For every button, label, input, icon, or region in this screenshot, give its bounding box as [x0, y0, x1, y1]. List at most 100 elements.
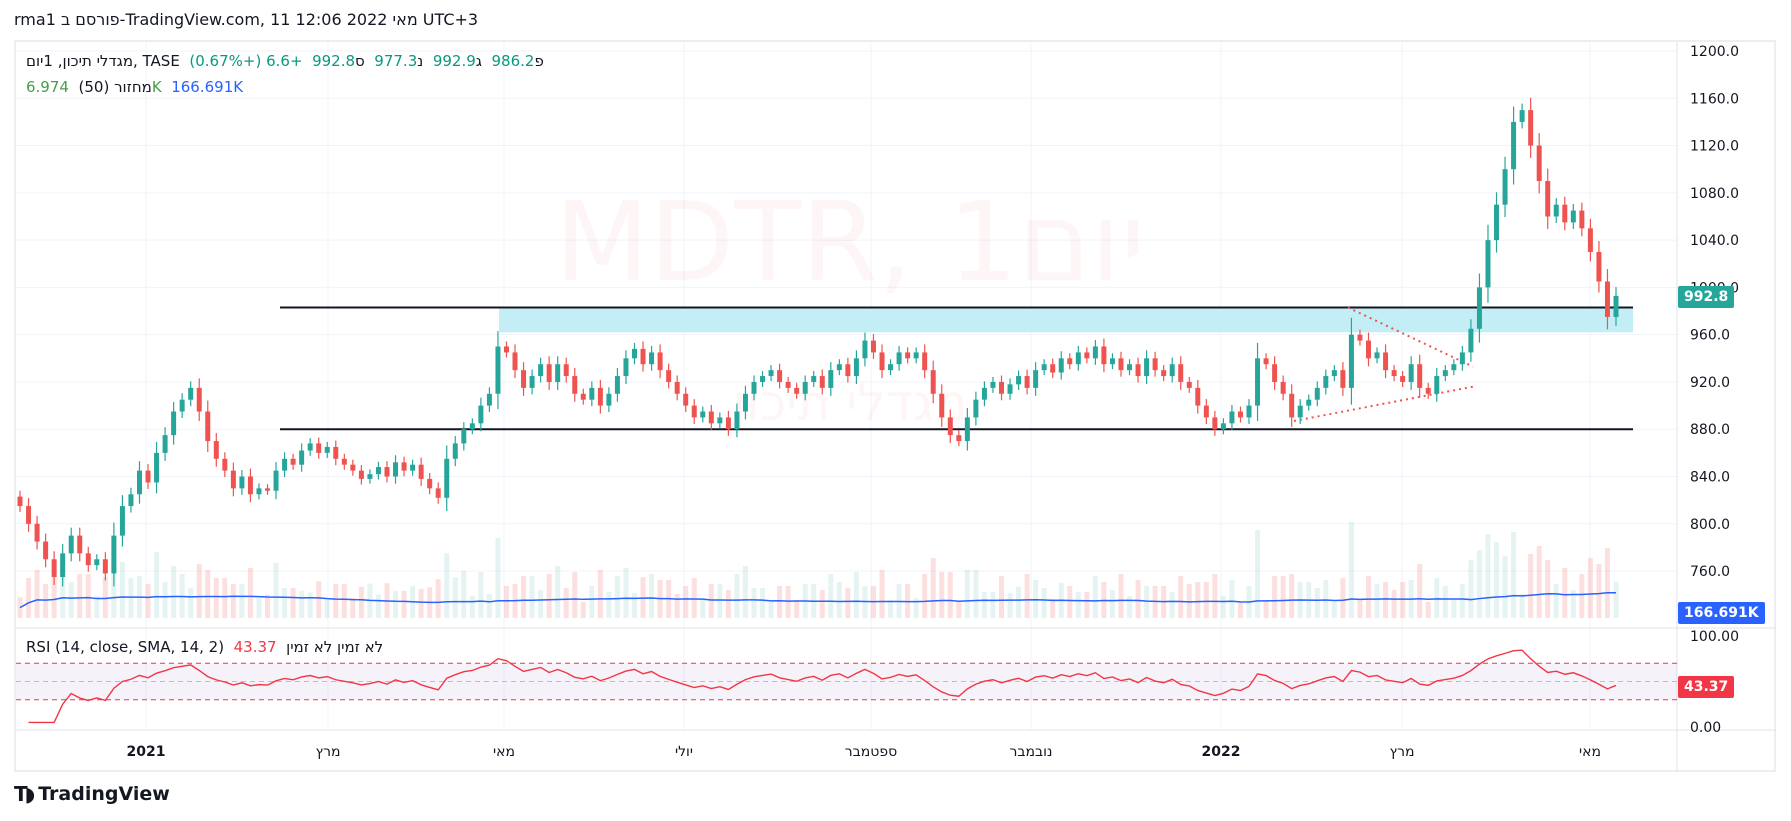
volume-bar	[888, 600, 894, 618]
candle-body	[1536, 145, 1542, 182]
volume-bar	[828, 574, 834, 618]
candle-body	[444, 458, 450, 498]
candle-body	[188, 387, 194, 400]
candle-body	[1519, 110, 1525, 122]
volume-bar	[853, 572, 859, 618]
candle-body	[102, 559, 108, 574]
open-value: 986.2	[491, 52, 535, 70]
candle-body	[1152, 358, 1158, 371]
candle-body	[512, 352, 518, 371]
candle-body	[171, 411, 177, 436]
candle-body	[632, 348, 638, 359]
candle-body	[435, 488, 441, 498]
candle-body	[947, 417, 953, 436]
volume-bar	[1203, 582, 1209, 618]
price-chart[interactable]: 1200.01160.01120.01080.01040.01000.0960.…	[0, 0, 1791, 821]
time-tick-label: 2021	[127, 744, 166, 760]
volume-bar	[1237, 602, 1243, 618]
candle-body	[1289, 393, 1295, 418]
volume-bar	[1400, 582, 1406, 618]
candle-body	[1220, 423, 1226, 430]
candle-body	[205, 411, 211, 442]
volume-bar	[555, 566, 561, 618]
candle-body	[119, 506, 125, 536]
symbol-title[interactable]: מגדלי תיכון, 1יום, TASE	[26, 52, 180, 70]
candle-body	[256, 488, 262, 495]
volume-bar	[1562, 568, 1568, 618]
candle-body	[623, 358, 629, 377]
volume-bar	[444, 553, 450, 618]
price-tick-label: 1160.0	[1690, 91, 1739, 107]
volume-title[interactable]: מחזור (50)	[79, 78, 152, 96]
volume-bar	[435, 579, 441, 618]
candle-body	[981, 387, 987, 400]
volume-bar	[529, 576, 535, 618]
candle-body	[461, 429, 467, 444]
candle-body	[111, 535, 117, 574]
volume-bar	[1169, 592, 1175, 618]
volume-bar	[563, 588, 569, 618]
volume-bar	[1340, 578, 1346, 618]
rsi-na: לא זמין לא זמין	[286, 638, 384, 656]
volume-bar	[1178, 576, 1184, 618]
volume-bar	[597, 570, 603, 618]
candle-body	[1169, 364, 1175, 377]
candle-body	[973, 399, 979, 418]
volume-bar	[1528, 554, 1534, 618]
volume-bar	[282, 588, 288, 618]
candle-body	[1494, 204, 1500, 241]
candle-body	[1323, 376, 1329, 388]
volume-bar	[623, 568, 629, 618]
volume-bar	[1263, 600, 1269, 618]
candle-body	[1545, 181, 1551, 217]
candle-body	[1383, 352, 1389, 371]
volume-bar	[580, 602, 586, 618]
candle-body	[196, 387, 202, 412]
candle-body	[896, 352, 902, 365]
volume-bar	[188, 588, 194, 618]
candle-body	[299, 450, 305, 465]
volume-bar	[691, 578, 697, 618]
volume-bar	[1118, 574, 1124, 618]
candle-body	[1229, 411, 1235, 424]
volume-bar	[922, 574, 928, 618]
candle-body	[538, 364, 544, 377]
volume-bar	[956, 602, 962, 618]
volume-bar	[1280, 576, 1286, 618]
tradingview-logo-icon: T◗	[14, 782, 35, 806]
candle-body	[828, 370, 834, 388]
candle-body	[1272, 364, 1278, 382]
volume-bar	[1135, 580, 1141, 618]
last-price-tag: 992.8	[1678, 286, 1735, 308]
volume-bar	[1502, 556, 1508, 618]
volume-bar	[1374, 584, 1380, 618]
candle-body	[393, 462, 399, 477]
tradingview-logo[interactable]: T◗ TradingView	[14, 782, 170, 806]
volume-bar	[299, 590, 305, 618]
candle-body	[1109, 358, 1115, 365]
candle-body	[179, 399, 185, 412]
volume-bar	[1451, 600, 1457, 618]
candle-body	[1024, 376, 1030, 388]
time-tick-label: מאי	[1579, 744, 1601, 760]
candle-body	[905, 352, 911, 359]
volume-bar	[162, 582, 168, 618]
candle-body	[760, 376, 766, 382]
volume-bar	[43, 584, 49, 618]
volume-bar	[998, 576, 1004, 618]
candle-body	[452, 443, 458, 459]
candle-body	[367, 474, 373, 479]
candle-body	[1408, 364, 1414, 382]
volume-bar	[154, 552, 160, 618]
volume-bar	[196, 564, 202, 618]
volume-bar	[68, 582, 74, 618]
volume-bar	[1229, 580, 1235, 618]
price-tick-label: 760.0	[1690, 564, 1730, 580]
volume-bar	[538, 590, 544, 618]
volume-bar	[205, 570, 211, 618]
price-tick-label: 960.0	[1690, 328, 1730, 344]
candle-body	[1434, 376, 1440, 394]
rsi-title[interactable]: RSI (14, close, SMA, 14, 2)	[26, 638, 224, 656]
volume-bar	[632, 593, 638, 618]
candle-body	[401, 462, 407, 471]
